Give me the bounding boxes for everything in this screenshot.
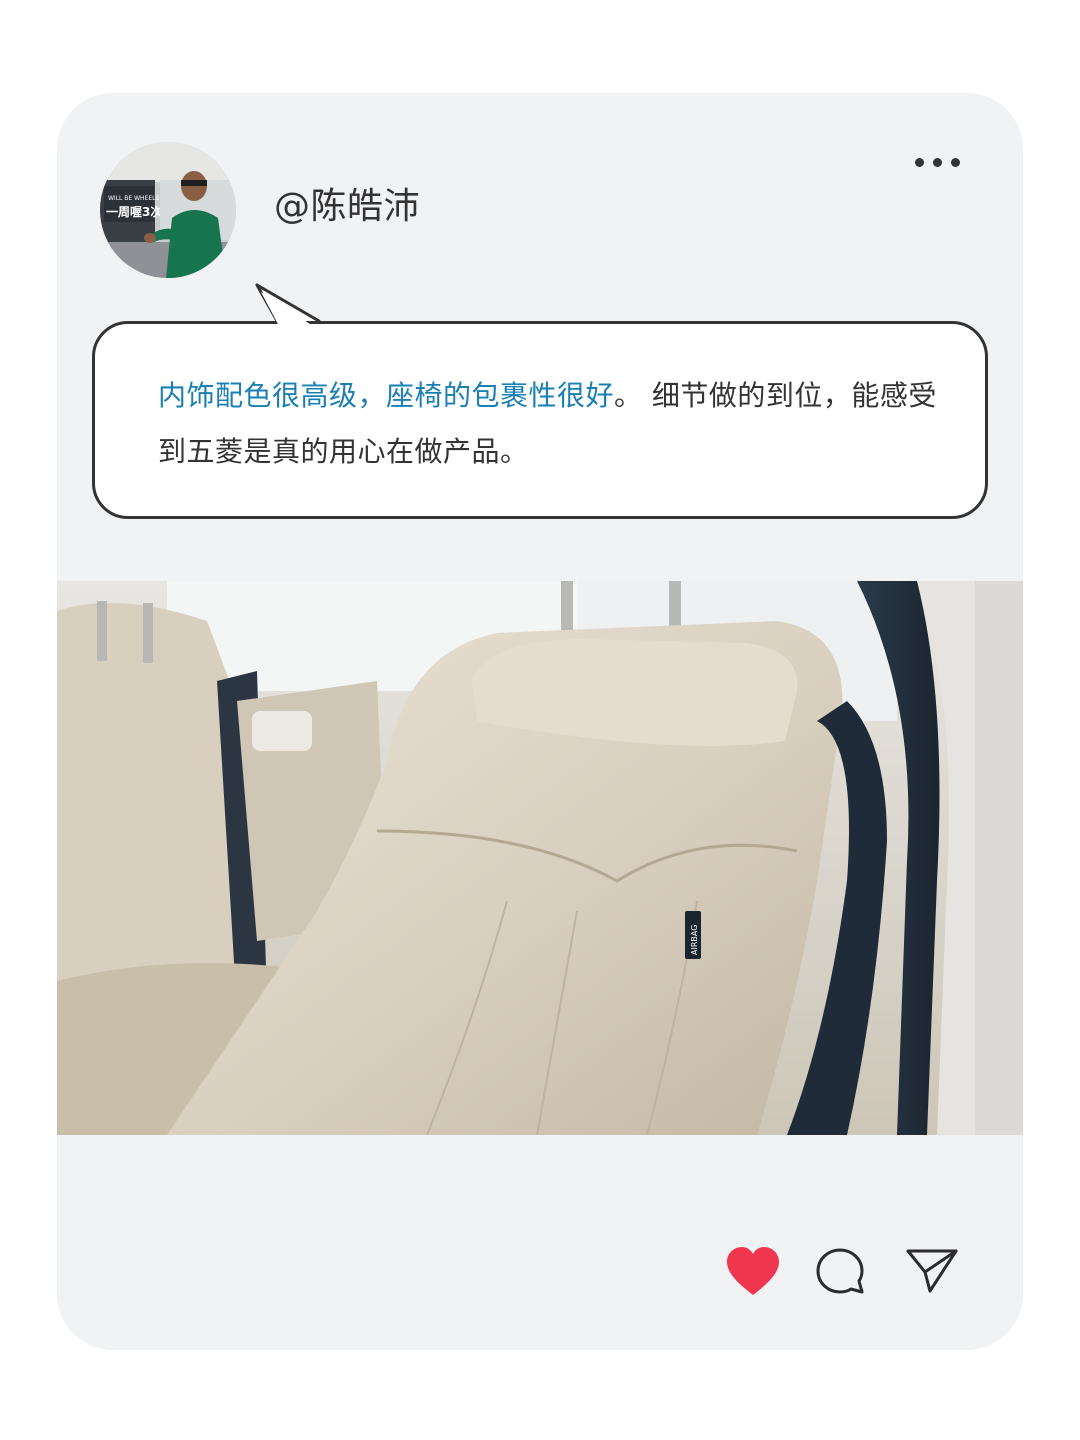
like-heart-icon bbox=[727, 1247, 779, 1295]
username[interactable]: @陈皓沛 bbox=[274, 185, 420, 229]
comment-text: 内饰配色很高级，座椅的包裹性很好。 细节做的到位，能感受到五菱是真的用心在做产品… bbox=[158, 368, 948, 480]
send-icon[interactable] bbox=[904, 1246, 960, 1300]
post-card: WILL BE WHEELS 一周喔3次 @陈皓沛 内饰配色很高级，座椅的包裹性… bbox=[57, 93, 1023, 1350]
comment-highlight: 内饰配色很高级，座椅的包裹性很好 bbox=[158, 379, 615, 412]
comment-icon[interactable] bbox=[814, 1246, 870, 1300]
dot-icon bbox=[915, 158, 924, 167]
car-seat-image: AIRBAG bbox=[57, 581, 1023, 1135]
avatar-sign-text: 一周喔3次 bbox=[106, 204, 162, 219]
avatar-sign-small: WILL BE WHEELS bbox=[108, 195, 159, 202]
airbag-label: AIRBAG bbox=[690, 925, 699, 955]
dot-icon bbox=[933, 158, 942, 167]
dot-icon bbox=[951, 158, 960, 167]
comment-bubble-icon bbox=[816, 1248, 864, 1294]
avatar-image: WILL BE WHEELS 一周喔3次 bbox=[100, 142, 236, 278]
avatar[interactable]: WILL BE WHEELS 一周喔3次 bbox=[100, 142, 236, 278]
more-options-button[interactable] bbox=[909, 151, 965, 175]
speech-bubble-tail-cover bbox=[261, 292, 313, 326]
post-photo[interactable]: AIRBAG bbox=[57, 581, 1023, 1135]
comment-bubble: 内饰配色很高级，座椅的包裹性很好。 细节做的到位，能感受到五菱是真的用心在做产品… bbox=[92, 321, 988, 519]
heart-icon[interactable] bbox=[725, 1245, 781, 1299]
share-send-icon bbox=[906, 1249, 958, 1293]
